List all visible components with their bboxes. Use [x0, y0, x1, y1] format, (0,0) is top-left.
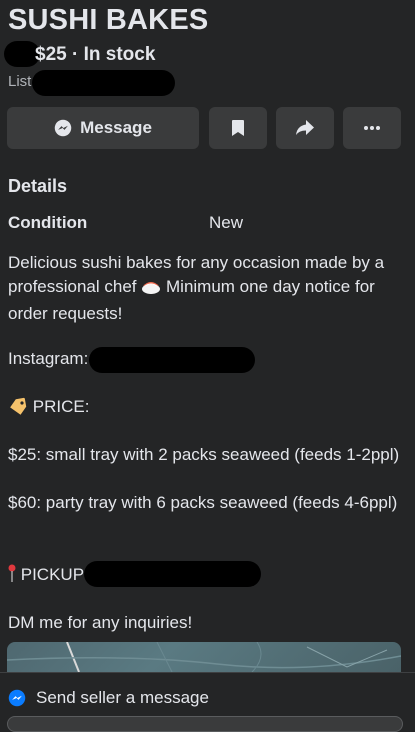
- instagram-label: Instagram:: [8, 349, 89, 368]
- price-small-tray: $25: small tray with 2 packs seaweed (fe…: [8, 445, 400, 464]
- price-heading-line: PRICE:: [8, 395, 406, 422]
- message-button[interactable]: Message: [7, 107, 199, 149]
- map-roads: [7, 642, 401, 672]
- more-icon: [363, 125, 381, 131]
- redacted-instagram: [89, 347, 255, 373]
- message-button-label: Message: [80, 118, 152, 137]
- listed-info: List: [8, 73, 31, 90]
- redacted-pickup: [84, 561, 261, 587]
- listing-title: SUSHI BAKES: [8, 4, 209, 36]
- bookmark-icon: [231, 119, 245, 137]
- location-map[interactable]: [7, 642, 401, 672]
- description-intro: Delicious sushi bakes for any occasion m…: [8, 251, 406, 326]
- price-tag-icon: [8, 397, 28, 422]
- messenger-icon-footer: [8, 689, 26, 712]
- send-seller-message-label: Send seller a message: [36, 688, 209, 707]
- price-stock-text: $25 · In stock: [35, 44, 156, 65]
- sushi-icon: [141, 277, 161, 302]
- messenger-icon: [54, 119, 72, 137]
- listed-prefix: List: [8, 73, 32, 90]
- pin-icon: [8, 563, 16, 590]
- details-heading: Details: [8, 176, 68, 196]
- message-input[interactable]: [7, 716, 403, 732]
- save-button[interactable]: [209, 107, 267, 149]
- more-button[interactable]: [343, 107, 401, 149]
- listing-price: $25 · In stock: [8, 44, 155, 66]
- share-icon: [295, 119, 315, 137]
- dm-line: DM me for any inquiries!: [8, 613, 193, 632]
- price-heading: PRICE:: [32, 397, 90, 416]
- condition-label: Condition: [8, 213, 88, 232]
- pickup-label: PICKUP:: [20, 565, 89, 584]
- condition-value: New: [209, 213, 244, 232]
- send-message-bar: Send seller a message: [0, 672, 415, 732]
- share-button[interactable]: [276, 107, 334, 149]
- redacted-listed-location: [32, 70, 175, 96]
- price-party-tray: $60: party tray with 6 packs seaweed (fe…: [8, 493, 398, 512]
